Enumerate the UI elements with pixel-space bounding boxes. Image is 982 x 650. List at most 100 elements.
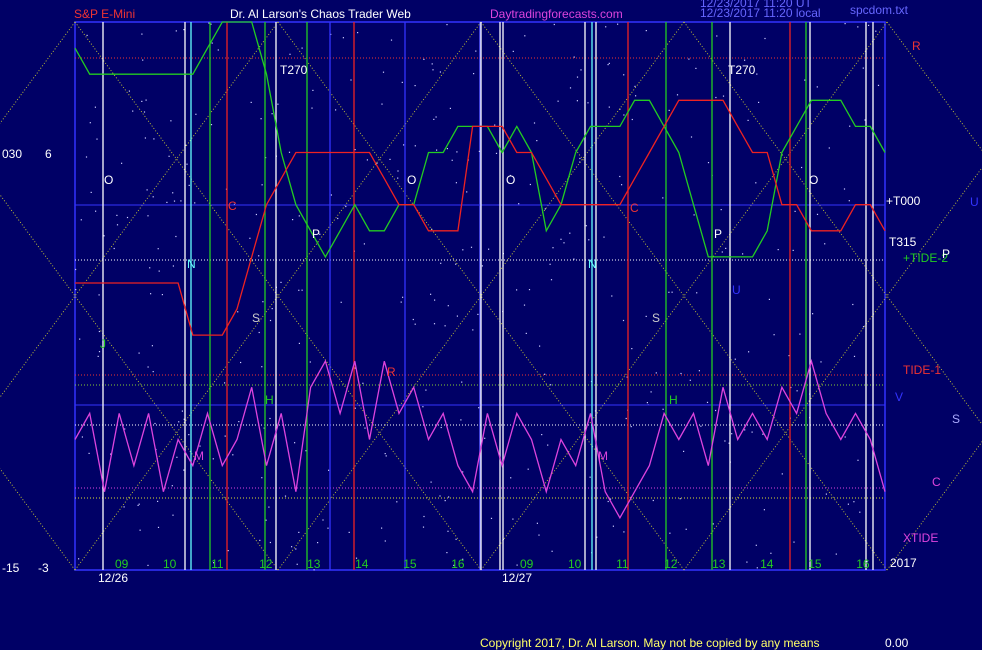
star-dot xyxy=(549,263,551,265)
star-dot xyxy=(269,541,271,544)
marker-label: T270 xyxy=(728,63,756,77)
marker-label: C xyxy=(630,201,639,215)
marker-label: H xyxy=(669,393,678,407)
star-dot xyxy=(384,453,386,455)
hour-tick-label: 12 xyxy=(664,557,678,571)
star-dot xyxy=(512,50,514,52)
star-dot xyxy=(484,437,486,439)
star-dot xyxy=(269,417,271,420)
star-dot xyxy=(456,151,458,153)
star-dot xyxy=(553,23,555,26)
star-dot xyxy=(144,137,146,139)
star-dot xyxy=(85,156,88,158)
star-dot xyxy=(327,527,329,529)
star-dot xyxy=(153,138,155,140)
star-dot xyxy=(722,95,725,97)
star-dot xyxy=(354,149,356,151)
right-label-year: 2017 xyxy=(890,556,917,570)
star-dot xyxy=(862,326,865,328)
star-dot xyxy=(128,90,130,92)
star-dot xyxy=(847,503,849,505)
header-site[interactable]: Daytradingforecasts.com xyxy=(490,7,623,21)
star-dot xyxy=(212,458,214,460)
star-dot xyxy=(768,298,770,300)
star-dot xyxy=(455,538,457,540)
star-dot xyxy=(78,558,80,560)
star-dot xyxy=(460,419,462,421)
star-dot xyxy=(853,355,856,357)
star-dot xyxy=(552,247,554,249)
star-dot xyxy=(668,109,670,111)
star-dot xyxy=(337,217,339,220)
star-dot xyxy=(859,511,861,513)
hour-tick-label: 16 xyxy=(451,557,465,571)
star-dot xyxy=(142,59,144,61)
star-dot xyxy=(679,498,681,500)
hour-tick-label: 13 xyxy=(712,557,726,571)
star-dot xyxy=(298,215,300,217)
star-dot xyxy=(389,158,391,160)
panel1-date: 12/26 xyxy=(98,571,128,585)
star-dot xyxy=(390,39,393,41)
star-dot xyxy=(88,452,90,454)
panel2-date: 12/27 xyxy=(502,571,532,585)
star-dot xyxy=(86,34,88,36)
star-dot xyxy=(645,30,647,32)
star-dot xyxy=(824,243,826,245)
star-dot xyxy=(261,184,263,186)
star-dot xyxy=(634,85,636,87)
star-dot xyxy=(825,493,827,495)
star-dot xyxy=(328,469,330,471)
star-dot xyxy=(525,332,527,334)
star-dot xyxy=(151,345,153,347)
star-dot xyxy=(317,542,319,544)
star-dot xyxy=(430,293,432,295)
star-dot xyxy=(538,534,540,536)
star-dot xyxy=(550,384,552,386)
star-dot xyxy=(188,184,190,186)
star-dot xyxy=(576,76,579,78)
star-dot xyxy=(382,71,385,73)
star-dot xyxy=(414,323,416,325)
star-dot xyxy=(481,265,483,267)
star-dot xyxy=(617,23,619,25)
star-dot xyxy=(844,23,846,25)
star-dot xyxy=(312,89,314,91)
star-dot xyxy=(298,531,300,533)
star-dot xyxy=(157,500,159,502)
star-dot xyxy=(97,355,99,357)
star-dot xyxy=(396,501,398,503)
star-dot xyxy=(625,417,627,420)
star-dot xyxy=(755,182,757,184)
star-dot xyxy=(414,145,416,147)
star-dot xyxy=(259,539,261,541)
hour-tick-label: 13 xyxy=(307,557,321,571)
right-label-xtide: XTIDE xyxy=(903,531,938,545)
star-dot xyxy=(605,26,607,28)
star-dot xyxy=(432,69,434,71)
star-dot xyxy=(712,523,714,525)
star-dot xyxy=(139,529,141,531)
star-dot xyxy=(716,35,718,37)
star-dot xyxy=(857,459,859,461)
star-dot xyxy=(271,308,273,310)
star-dot xyxy=(852,303,854,306)
star-dot xyxy=(580,69,582,71)
star-dot xyxy=(260,118,262,120)
star-dot xyxy=(154,422,156,425)
star-dot xyxy=(75,289,77,291)
star-dot xyxy=(875,30,877,32)
star-dot xyxy=(309,361,311,363)
star-dot xyxy=(296,563,298,565)
star-dot xyxy=(763,509,765,511)
star-dot xyxy=(261,477,263,479)
star-dot xyxy=(224,435,226,437)
star-dot xyxy=(683,450,685,452)
star-dot xyxy=(354,407,356,409)
star-dot xyxy=(635,95,637,97)
star-dot xyxy=(444,325,446,327)
star-dot xyxy=(695,67,697,69)
star-dot xyxy=(547,444,549,446)
star-dot xyxy=(357,32,359,34)
footer-value: 0.00 xyxy=(885,636,909,650)
